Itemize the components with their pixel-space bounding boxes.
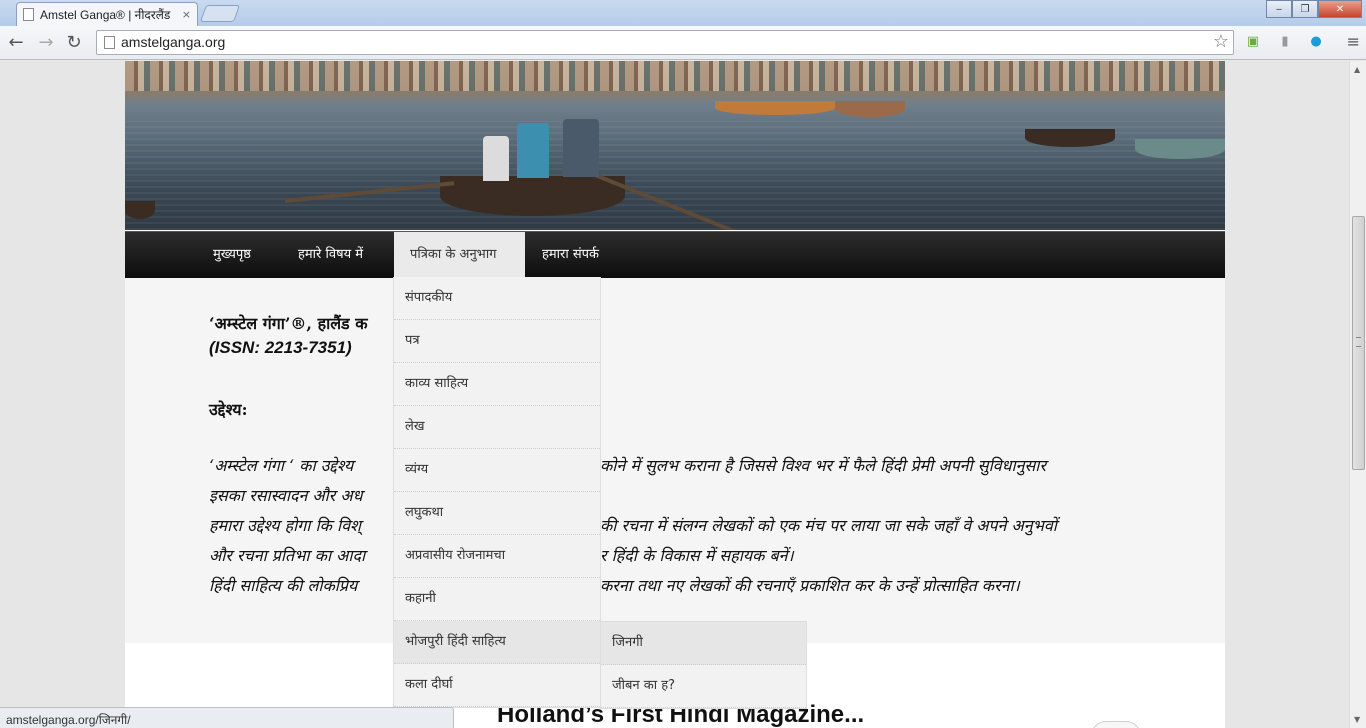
menu-item-short-story[interactable]: लघुकथा bbox=[394, 492, 600, 535]
ghats-strip bbox=[125, 61, 1225, 91]
scroll-down-icon[interactable]: ▼ bbox=[1354, 715, 1360, 724]
nav-contact[interactable]: हमारा संपर्क bbox=[542, 232, 599, 279]
submenu-item-jingi[interactable]: जिनगी bbox=[601, 622, 806, 665]
para-1-start: ‘अम्स्टेल गंगा ‘ का उद्देश्य bbox=[209, 456, 354, 475]
main-nav: मुख्यपृष्ठ हमारे विषय में पत्रिका के अनु… bbox=[125, 231, 1225, 279]
wrench-menu-icon[interactable]: ≡ bbox=[1347, 32, 1360, 51]
nav-home[interactable]: मुख्यपृष्ठ bbox=[213, 232, 251, 279]
objective-heading: उद्देश्य: bbox=[209, 400, 248, 419]
menu-item-bhojpuri[interactable]: भोजपुरी हिंदी साहित्य bbox=[394, 621, 600, 664]
status-bubble: amstelganga.org/जिनगी/ bbox=[0, 707, 454, 728]
menu-item-diary[interactable]: अप्रवासीय रोजनामचा bbox=[394, 535, 600, 578]
stats-icon[interactable]: ▮ bbox=[1277, 34, 1293, 50]
bookmark-star-icon[interactable]: ☆ bbox=[1213, 31, 1229, 52]
skype-icon[interactable]: ● bbox=[1308, 34, 1324, 50]
header-image bbox=[125, 61, 1225, 230]
para-1-end: कोने में सुलभ कराना है जिससे विश्व भर मे… bbox=[600, 456, 1046, 475]
scrollbar-thumb[interactable] bbox=[1352, 216, 1365, 470]
para-3-start: हमारा उद्देश्य होगा कि विश् bbox=[209, 516, 361, 535]
magazine-title: ‘अम्स्टेल गंगा’®, हालैंड क bbox=[209, 314, 368, 333]
new-tab-button[interactable] bbox=[199, 5, 241, 22]
browser-toolbar: ← → ↻ amstelganga.org ☆ ▣ ▮ ● ≡ bbox=[0, 26, 1366, 60]
menu-item-editorial[interactable]: संपादकीय bbox=[394, 277, 600, 320]
round-button[interactable] bbox=[1091, 721, 1141, 728]
page-icon bbox=[104, 36, 115, 49]
menu-item-story[interactable]: कहानी bbox=[394, 578, 600, 621]
nav-sections[interactable]: पत्रिका के अनुभाग bbox=[394, 232, 525, 279]
tab-title: Amstel Ganga® | नीदरलैंड bbox=[40, 8, 171, 22]
para-4-end: र हिंदी के विकास में सहायक बनें। bbox=[600, 546, 794, 565]
maximize-button[interactable]: ❐ bbox=[1292, 0, 1318, 18]
bhojpuri-submenu: जिनगी जीबन का ह? bbox=[600, 621, 807, 709]
para-2: इसका रसास्वादन और अध bbox=[209, 486, 363, 505]
menu-item-letters[interactable]: पत्र bbox=[394, 320, 600, 363]
url-text: amstelganga.org bbox=[121, 34, 226, 50]
para-3-end: की रचना में संलग्न लेखकों को एक मंच पर ल… bbox=[600, 516, 1057, 535]
main-content: ‘अम्स्टेल गंगा’®, हालैंड क (ISSN: 2213-7… bbox=[125, 278, 1225, 643]
close-window-button[interactable]: ✕ bbox=[1318, 0, 1362, 18]
close-tab-icon[interactable]: × bbox=[182, 8, 191, 21]
page-icon bbox=[23, 8, 34, 21]
forward-icon[interactable]: → bbox=[36, 32, 56, 53]
minimize-button[interactable]: ‒ bbox=[1266, 0, 1292, 18]
address-bar[interactable]: amstelganga.org ☆ bbox=[96, 30, 1234, 55]
menu-item-poetry[interactable]: काव्य साहित्य bbox=[394, 363, 600, 406]
para-4-start: और रचना प्रतिभा का आदा bbox=[209, 546, 366, 565]
nav-about[interactable]: हमारे विषय में bbox=[298, 232, 363, 279]
sections-dropdown: संपादकीय पत्र काव्य साहित्य लेख व्यंग्य … bbox=[393, 277, 601, 708]
browser-tab[interactable]: Amstel Ganga® | नीदरलैंड × bbox=[16, 2, 198, 26]
issn-text: (ISSN: 2213-7351) bbox=[209, 338, 352, 357]
menu-item-articles[interactable]: लेख bbox=[394, 406, 600, 449]
page-scrollbar[interactable]: ▲ ▼ bbox=[1349, 61, 1366, 728]
title-bar: Amstel Ganga® | नीदरलैंड × ‒ ❐ ✕ bbox=[0, 0, 1366, 26]
window-controls: ‒ ❐ ✕ bbox=[1266, 0, 1362, 18]
para-5-end: करना तथा नए लेखकों की रचनाएँ प्रकाशित कर… bbox=[600, 576, 1020, 595]
reload-icon[interactable]: ↻ bbox=[64, 32, 84, 53]
para-5-start: हिंदी साहित्य की लोकप्रिय bbox=[209, 576, 358, 595]
menu-item-art-gallery[interactable]: कला दीर्घा bbox=[394, 664, 600, 707]
submenu-item-jiban[interactable]: जीबन का ह? bbox=[601, 665, 806, 708]
scroll-up-icon[interactable]: ▲ bbox=[1354, 65, 1360, 74]
back-icon[interactable]: ← bbox=[6, 32, 26, 53]
extension-icon[interactable]: ▣ bbox=[1245, 34, 1261, 50]
menu-item-satire[interactable]: व्यंग्य bbox=[394, 449, 600, 492]
